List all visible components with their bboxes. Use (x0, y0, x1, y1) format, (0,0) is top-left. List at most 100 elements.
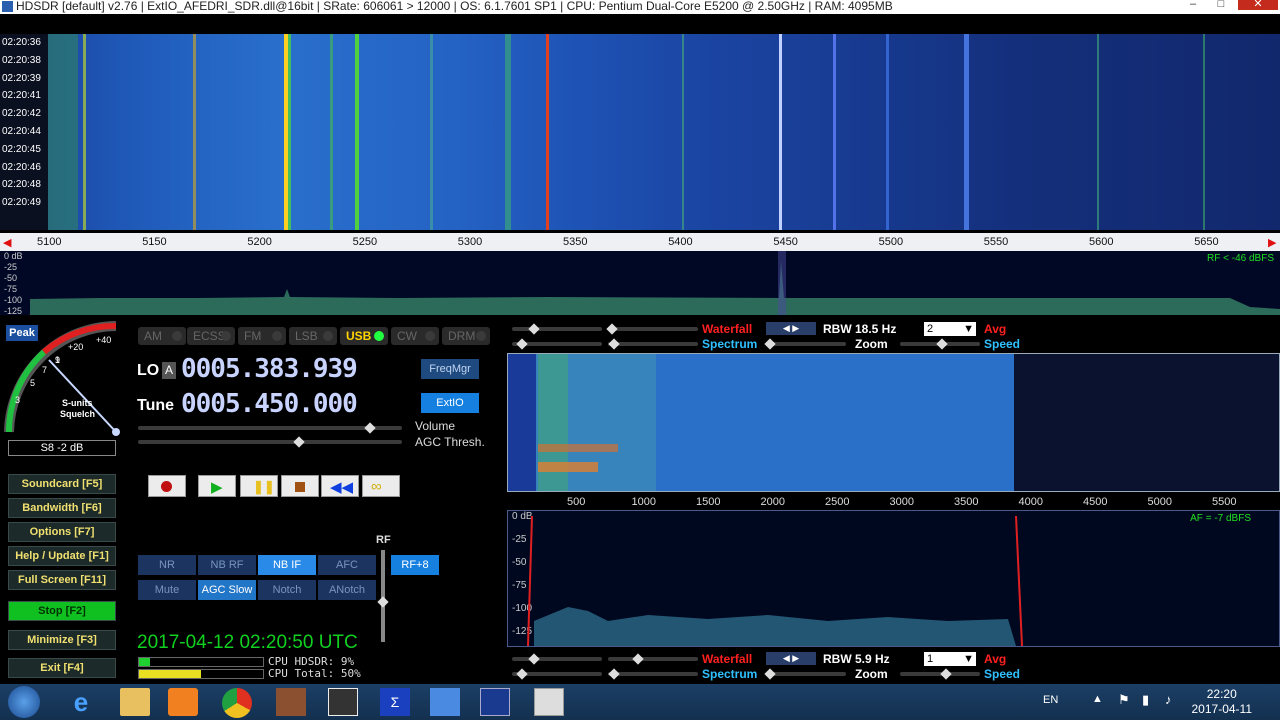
internet-explorer-icon[interactable]: e (66, 688, 96, 716)
af-freq-tick-label: 1500 (696, 496, 721, 508)
slider-handle[interactable] (516, 338, 528, 350)
maximize-window-icon[interactable]: □ (1208, 0, 1234, 10)
af-waterfall[interactable] (507, 353, 1280, 492)
window-icon[interactable] (534, 688, 564, 716)
rf-frequency-scale[interactable]: ◀ ▶ 5100 5150 5200 5250 5300 5350 5400 5450 5500… (0, 233, 1280, 251)
slider-handle[interactable] (293, 436, 305, 448)
agc-threshold-slider[interactable] (138, 436, 402, 448)
freq-tick-label: 5250 (352, 236, 378, 248)
chrome-icon[interactable] (222, 688, 252, 718)
anotch-button[interactable]: ANotch (318, 580, 376, 600)
slider-handle[interactable] (764, 668, 776, 680)
rf-spectrum[interactable]: 0 dB -25 -50 -75 -100 -125 RF < -46 dBFS (0, 251, 1280, 316)
radio-app-icon[interactable] (276, 688, 306, 716)
freqmgr-button[interactable]: FreqMgr (421, 359, 479, 379)
hdsdr-taskbar-icon[interactable] (480, 688, 510, 716)
scroll-right-icon[interactable]: ▶ (1268, 236, 1276, 249)
af-frequency-scale[interactable]: 500 1000 1500 2000 2500 3000 3500 4000 4500 5000 5… (507, 492, 1278, 510)
flag-icon[interactable]: ⚑ (1118, 692, 1130, 708)
mode-drm-button[interactable]: DRM (442, 327, 490, 345)
loop-button[interactable]: ∞ (362, 475, 400, 497)
rewind-button[interactable]: ◀◀ (321, 475, 359, 497)
slider-handle[interactable] (940, 668, 952, 680)
nr-button[interactable]: NR (138, 555, 196, 575)
mode-usb-button[interactable]: USB (340, 327, 388, 345)
mode-lsb-button[interactable]: LSB (289, 327, 337, 345)
rf-gain-slider[interactable] (377, 550, 389, 642)
app-icon-5[interactable] (328, 688, 358, 716)
scroll-left-icon[interactable]: ◀ (3, 236, 11, 249)
peak-button[interactable]: Peak (6, 325, 38, 341)
soundcard-button[interactable]: Soundcard [F5] (8, 474, 116, 494)
mode-cw-button[interactable]: CW (391, 327, 439, 345)
af-wf-slider-1[interactable] (512, 323, 602, 335)
language-indicator[interactable]: EN (1043, 694, 1058, 706)
slider-handle[interactable] (528, 653, 540, 665)
slider-handle[interactable] (364, 422, 376, 434)
lo-letter-badge[interactable]: A (162, 362, 176, 379)
slider-handle[interactable] (377, 596, 389, 608)
full-screen-button[interactable]: Full Screen [F11] (8, 570, 116, 590)
af-wf-slider-4[interactable] (608, 653, 698, 665)
slider-handle[interactable] (516, 668, 528, 680)
af-sp-slider-4[interactable] (608, 668, 698, 680)
rf-gain-button[interactable]: RF+8 (391, 555, 439, 575)
notch-button[interactable]: Notch (258, 580, 316, 600)
slider-handle[interactable] (764, 338, 776, 350)
lo-frequency[interactable]: 0005.383.939 (181, 354, 358, 384)
app-icon-6[interactable]: Σ (380, 688, 410, 716)
af-sp-slider-3[interactable] (512, 668, 602, 680)
tray-expand-icon[interactable]: ▲ (1092, 693, 1103, 705)
close-window-icon[interactable]: ✕ (1238, 0, 1278, 10)
file-explorer-icon[interactable] (120, 688, 150, 716)
pause-button[interactable]: ❚❚ (240, 475, 278, 497)
volume-slider[interactable] (138, 422, 402, 434)
tune-frequency[interactable]: 0005.450.000 (181, 389, 358, 419)
slider-handle[interactable] (608, 668, 620, 680)
nb-if-button[interactable]: NB IF (258, 555, 316, 575)
zoom-slider-top[interactable] (764, 338, 846, 350)
sstv-icon[interactable] (430, 688, 460, 716)
start-menu-icon[interactable] (8, 686, 40, 718)
agc-slow-button[interactable]: AGC Slow (198, 580, 256, 600)
stop-button[interactable]: Stop [F2] (8, 601, 116, 621)
play-button[interactable]: ▶ (198, 475, 236, 497)
exit-button[interactable]: Exit [F4] (8, 658, 116, 678)
speed-slider-bottom[interactable] (900, 668, 980, 680)
help-update-button[interactable]: Help / Update [F1] (8, 546, 116, 566)
mute-button[interactable]: Mute (138, 580, 196, 600)
af-sp-slider-1[interactable] (512, 338, 602, 350)
minimize-window-icon[interactable]: – (1180, 0, 1206, 10)
slider-handle[interactable] (528, 323, 540, 335)
media-player-icon[interactable] (168, 688, 198, 716)
slider-handle[interactable] (936, 338, 948, 350)
avg-dropdown-bottom[interactable]: 1 ▼ (924, 652, 976, 666)
record-button[interactable] (148, 475, 186, 497)
af-wf-slider-3[interactable] (512, 653, 602, 665)
mode-am-button[interactable]: AM (138, 327, 186, 345)
slider-handle[interactable] (632, 653, 644, 665)
mode-ecss-button[interactable]: ECSS (187, 327, 235, 345)
afc-button[interactable]: AFC (318, 555, 376, 575)
slider-handle[interactable] (608, 338, 620, 350)
rbw-stepper-bottom[interactable]: ◀ ▶ (766, 652, 816, 665)
rbw-stepper-top[interactable]: ◀ ▶ (766, 322, 816, 335)
slider-handle[interactable] (606, 323, 618, 335)
zoom-slider-bottom[interactable] (764, 668, 846, 680)
network-icon[interactable]: ▮ (1142, 692, 1149, 708)
af-spectrum[interactable]: 0 dB -25 -50 -75 -100 -125 AF = -7 dBFS (507, 510, 1280, 647)
af-sp-slider-2[interactable] (608, 338, 698, 350)
volume-icon[interactable]: ♪ (1165, 692, 1172, 707)
bandwidth-button[interactable]: Bandwidth [F6] (8, 498, 116, 518)
avg-dropdown-top[interactable]: 2 ▼ (924, 322, 976, 336)
af-wf-slider-2[interactable] (606, 323, 698, 335)
speed-slider-top[interactable] (900, 338, 980, 350)
stop-playback-button[interactable] (281, 475, 319, 497)
extio-button[interactable]: ExtIO (421, 393, 479, 413)
rf-waterfall[interactable] (0, 34, 1280, 230)
mode-fm-button[interactable]: FM (238, 327, 286, 345)
minimize-button[interactable]: Minimize [F3] (8, 630, 116, 650)
nb-rf-button[interactable]: NB RF (198, 555, 256, 575)
options-button[interactable]: Options [F7] (8, 522, 116, 542)
taskbar-clock[interactable]: 22:20 2017-04-11 (1192, 687, 1253, 717)
